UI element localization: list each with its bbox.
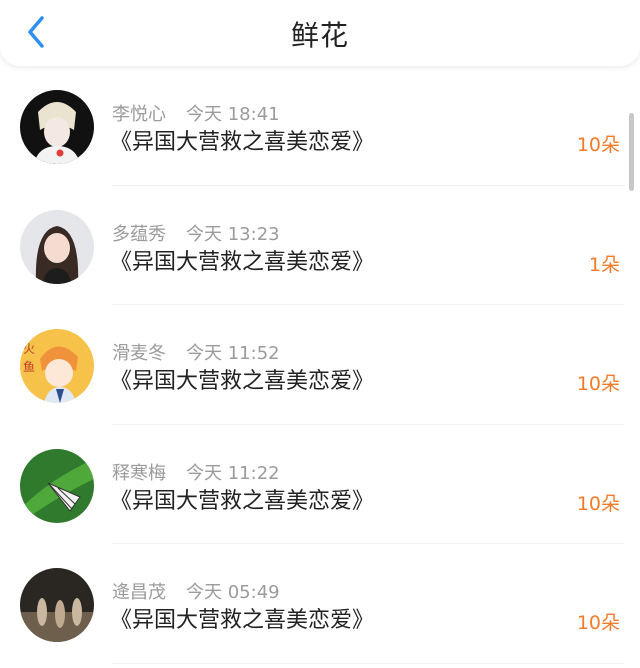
- user-name: 多蕴秀: [112, 223, 166, 245]
- user-name: 李悦心: [112, 104, 166, 125]
- flower-count: 10朵: [576, 134, 620, 156]
- work-title: 《异国大营救之喜美恋爱》: [110, 249, 375, 275]
- page-title: 鲜花: [290, 19, 349, 52]
- work-title: 《异国大营救之喜美恋爱》: [110, 130, 375, 155]
- divider: [112, 662, 624, 664]
- svg-text:鱼: 鱼: [23, 360, 35, 374]
- avatar[interactable]: 火 鱼: [20, 329, 94, 403]
- svg-text:火: 火: [23, 342, 35, 356]
- work-title: 《异国大营救之喜美恋爱》: [110, 488, 375, 514]
- timestamp: 今天 13:23: [186, 223, 280, 245]
- list-item[interactable]: 李悦心 今天 18:41 《异国大营救之喜美恋爱》 10朵: [0, 66, 640, 186]
- flower-list: 李悦心 今天 18:41 《异国大营救之喜美恋爱》 10朵 多蕴秀 今天 13:…: [0, 66, 640, 664]
- avatar[interactable]: [20, 90, 94, 164]
- timestamp: 今天 18:41: [186, 104, 280, 125]
- flower-count: 1朵: [588, 253, 620, 276]
- list-item[interactable]: 火 鱼 滑麦冬 今天 11:52 《异国大营救之喜美恋爱》 10朵: [0, 305, 640, 425]
- timestamp: 今天 11:52: [186, 343, 280, 364]
- flower-count: 10朵: [576, 492, 620, 515]
- user-name: 逄昌茂: [112, 582, 166, 603]
- scrollbar[interactable]: [629, 113, 634, 191]
- avatar[interactable]: [20, 448, 94, 523]
- list-item[interactable]: 多蕴秀 今天 13:23 《异国大营救之喜美恋爱》 1朵: [0, 186, 640, 305]
- work-title: 《异国大营救之喜美恋爱》: [110, 608, 375, 633]
- list-item[interactable]: 释寒梅 今天 11:22 《异国大营救之喜美恋爱》 10朵: [0, 425, 640, 544]
- work-title: 《异国大营救之喜美恋爱》: [110, 369, 375, 394]
- flower-count: 10朵: [576, 373, 620, 395]
- avatar[interactable]: [20, 568, 94, 642]
- avatar[interactable]: [20, 209, 94, 284]
- timestamp: 今天 11:22: [186, 462, 280, 484]
- list-item[interactable]: 逄昌茂 今天 05:49 《异国大营救之喜美恋爱》 10朵: [0, 544, 640, 664]
- user-name: 释寒梅: [112, 462, 166, 484]
- flower-count: 10朵: [576, 612, 620, 634]
- top-bar: 鲜花: [0, 0, 640, 66]
- user-name: 滑麦冬: [112, 343, 166, 364]
- timestamp: 今天 05:49: [186, 582, 280, 603]
